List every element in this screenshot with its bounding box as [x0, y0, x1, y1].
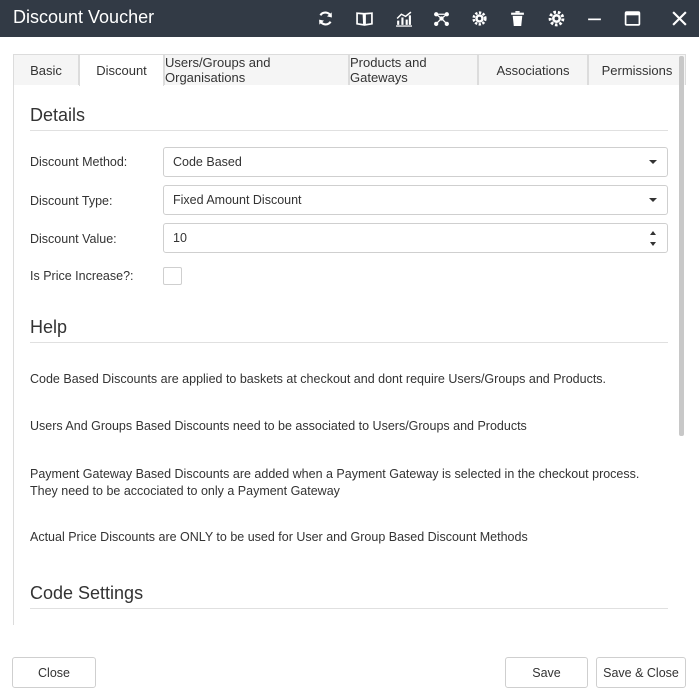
chart-icon[interactable] [391, 6, 415, 30]
window-title: Discount Voucher [13, 7, 155, 27]
price-increase-checkbox[interactable] [163, 267, 182, 285]
discount-value-label: Discount Value: [30, 232, 117, 246]
tab-permissions[interactable]: Permissions [588, 54, 686, 85]
help-text-payment-gateway: Payment Gateway Based Discounts are adde… [30, 467, 640, 498]
details-heading: Details [30, 105, 86, 125]
title-bar: Discount Voucher [0, 0, 699, 37]
trash-icon[interactable] [505, 6, 529, 30]
refresh-icon[interactable] [313, 6, 337, 30]
help-text-users-groups: Users And Groups Based Discounts need to… [30, 419, 527, 433]
code-settings-heading: Code Settings [30, 583, 144, 603]
close-icon[interactable] [667, 6, 691, 30]
help-divider [30, 342, 668, 343]
discount-method-select[interactable]: Code Based [163, 147, 668, 177]
discount-type-value: Fixed Amount Discount [173, 193, 302, 207]
tab-discount[interactable]: Discount [79, 54, 164, 86]
tab-bar: Basic Discount Users/Groups and Organisa… [13, 54, 686, 86]
tab-products-gateways[interactable]: Products and Gateways [349, 54, 478, 85]
discount-method-label: Discount Method: [30, 155, 128, 169]
discount-method-value: Code Based [173, 155, 242, 169]
gear-icon[interactable] [544, 6, 568, 30]
save-and-close-button[interactable]: Save & Close [596, 657, 686, 688]
stepper-down-icon[interactable] [650, 242, 656, 246]
discount-type-label: Discount Type: [30, 194, 113, 208]
stepper-up-icon[interactable] [650, 231, 656, 235]
chevron-down-icon [649, 160, 657, 164]
help-heading: Help [30, 317, 68, 337]
save-button[interactable]: Save [505, 657, 588, 688]
book-icon[interactable] [352, 6, 376, 30]
network-icon[interactable] [429, 6, 453, 30]
discount-value-input[interactable]: 10 [173, 231, 187, 245]
chevron-down-icon [649, 198, 657, 202]
discount-value-stepper[interactable]: 10 [163, 223, 668, 253]
details-divider [30, 130, 668, 131]
close-button[interactable]: Close [12, 657, 96, 688]
tab-associations[interactable]: Associations [478, 54, 588, 85]
minimize-icon[interactable] [582, 6, 606, 30]
discount-type-select[interactable]: Fixed Amount Discount [163, 185, 668, 215]
price-increase-label: Is Price Increase?: [30, 269, 134, 283]
tab-users-groups-organisations[interactable]: Users/Groups and Organisations [164, 54, 349, 85]
help-text-actual-price: Actual Price Discounts are ONLY to be us… [30, 530, 528, 544]
maximize-icon[interactable] [620, 6, 644, 30]
help-text-code-based: Code Based Discounts are applied to bask… [30, 372, 607, 386]
code-settings-divider [30, 608, 668, 609]
tab-basic[interactable]: Basic [13, 54, 79, 85]
settings-cog-icon[interactable] [467, 6, 491, 30]
